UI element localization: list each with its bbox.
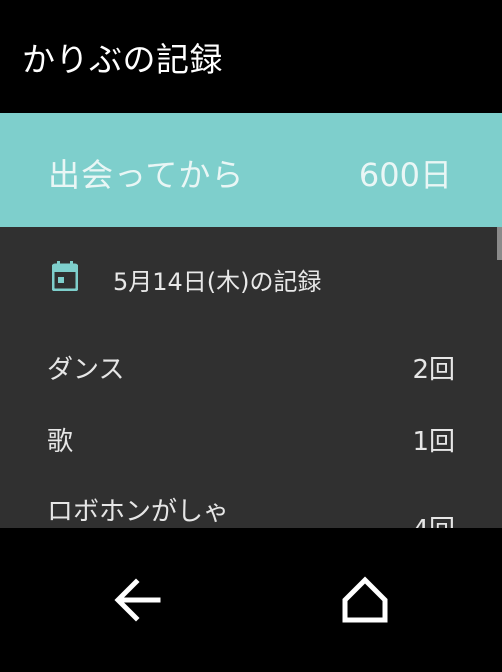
record-date-header: 5月14日(木)の記録 [0, 227, 502, 327]
record-list[interactable]: 5月14日(木)の記録 ダンス 2回 歌 1回 ロボホンがしゃ 4回 [0, 227, 502, 528]
calendar-icon [52, 261, 78, 291]
record-name: ロボホンがしゃ [47, 497, 230, 527]
list-item[interactable]: ダンス 2回 [0, 349, 502, 419]
days-since-met-value: 600日 [358, 156, 452, 194]
record-date-label: 5月14日(木)の記録 [113, 268, 322, 296]
list-item[interactable]: 歌 1回 [0, 421, 502, 491]
record-count: 2回 [412, 355, 455, 385]
record-name: ダンス [47, 355, 125, 385]
record-count: 4回 [412, 509, 455, 528]
back-arrow-icon[interactable] [108, 570, 168, 630]
home-icon[interactable] [335, 570, 395, 630]
record-name: 歌 [47, 427, 74, 457]
days-since-met-label: 出会ってから [48, 156, 245, 194]
list-item[interactable]: ロボホンがしゃ 4回 [0, 491, 502, 528]
app-title: かりぶの記録 [22, 40, 223, 79]
record-count: 1回 [412, 427, 455, 457]
navigation-bar [0, 528, 502, 672]
app-bar: かりぶの記録 [0, 0, 502, 113]
